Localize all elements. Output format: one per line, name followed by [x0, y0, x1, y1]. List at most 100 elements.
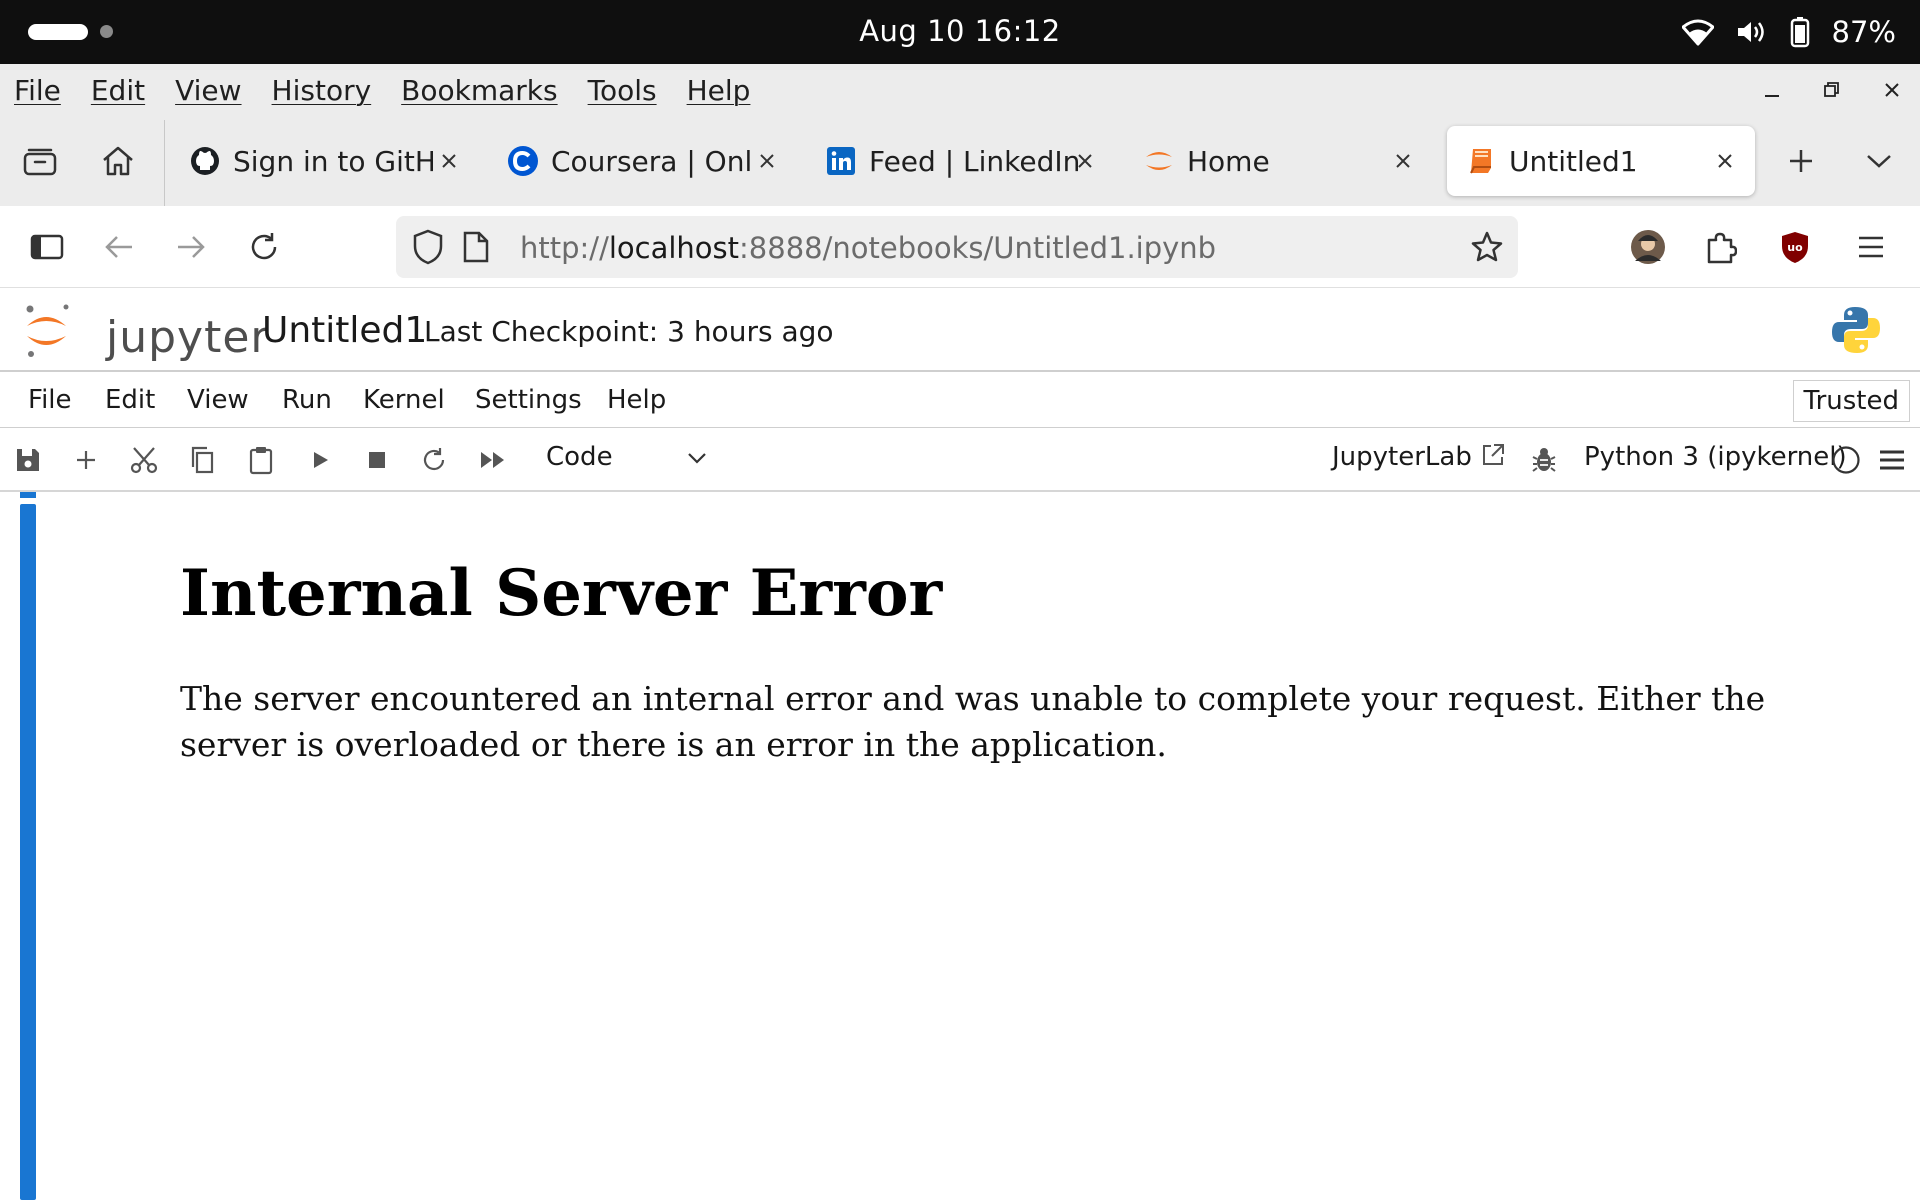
tab-home[interactable]: Home [1143, 126, 1419, 196]
close-tab-icon[interactable] [1709, 145, 1741, 177]
close-tab-icon[interactable] [751, 145, 783, 177]
account-avatar[interactable] [1627, 226, 1669, 268]
run-icon[interactable] [302, 442, 338, 478]
toolbar-overflow-menu-icon[interactable] [1874, 442, 1910, 478]
url-text[interactable]: http://localhost:8888/notebooks/Untitled… [520, 231, 1216, 265]
coursera-icon [507, 145, 539, 177]
notebook-content: Internal Server Error The server encount… [0, 492, 1920, 1200]
tabstrip-divider [164, 120, 165, 206]
tab-linkedin[interactable]: Feed | LinkedIn [825, 126, 1101, 196]
close-tab-icon[interactable] [433, 145, 465, 177]
restore-icon[interactable] [1822, 80, 1842, 100]
save-icon[interactable] [10, 442, 46, 478]
tab-untitled1[interactable]: Untitled1 [1447, 126, 1755, 196]
forward-arrow-icon[interactable] [170, 226, 212, 268]
insert-cell-icon[interactable] [68, 442, 104, 478]
notebook-title[interactable]: Untitled1 [262, 310, 427, 351]
browser-menubar: File Edit View History Bookmarks Tools H… [0, 64, 1920, 116]
extensions-puzzle-icon[interactable] [1700, 226, 1742, 268]
window-controls [1762, 64, 1902, 116]
kernel-name[interactable]: Python 3 (ipykernel) [1584, 442, 1847, 472]
firefox-view-icon[interactable] [19, 140, 61, 182]
jupyter-logo-icon [26, 304, 69, 357]
external-link-icon [1483, 444, 1505, 465]
tab-label: Home [1187, 144, 1270, 178]
bookmark-star-icon[interactable] [1470, 230, 1504, 268]
menu-edit[interactable]: Edit [91, 74, 145, 107]
tracking-shield-icon[interactable] [410, 228, 446, 270]
open-jupyterlab-link[interactable]: JupyterLab [1332, 442, 1506, 472]
url-host: localhost [608, 231, 740, 265]
os-top-bar: Aug 10 16:12 87% [0, 0, 1920, 64]
url-path: :8888/notebooks/Untitled1.ipynb [739, 231, 1217, 265]
back-arrow-icon[interactable] [98, 226, 140, 268]
jupyter-icon [1143, 145, 1175, 177]
paste-icon[interactable] [243, 442, 279, 478]
os-status-area[interactable]: 87% [1681, 12, 1896, 52]
close-window-icon[interactable] [1882, 80, 1902, 100]
browser-navbar: http://localhost:8888/notebooks/Untitled… [0, 206, 1920, 288]
page-info-icon[interactable] [462, 230, 490, 268]
jupyter-menu-kernel[interactable]: Kernel [363, 385, 445, 415]
minimize-icon[interactable] [1762, 80, 1782, 100]
jupyter-menubar: File Edit View Run Kernel Settings Help … [0, 372, 1920, 428]
jupyter-menu-help[interactable]: Help [607, 385, 666, 415]
chevron-down-icon[interactable] [686, 450, 708, 469]
battery-icon [1790, 16, 1810, 48]
restart-run-all-icon[interactable] [475, 442, 511, 478]
jupyter-menu-file[interactable]: File [28, 385, 72, 415]
close-tab-icon[interactable] [1069, 145, 1101, 177]
menu-help[interactable]: Help [687, 74, 751, 107]
url-bar[interactable]: http://localhost:8888/notebooks/Untitled… [396, 216, 1518, 278]
battery-percent: 87% [1831, 15, 1896, 49]
notebook-icon [1465, 145, 1497, 177]
jupyter-menu-run[interactable]: Run [282, 385, 332, 415]
last-checkpoint: Last Checkpoint: 3 hours ago [424, 315, 834, 348]
jupyter-menu-view[interactable]: View [187, 385, 249, 415]
active-cell-indicator[interactable] [20, 504, 36, 1200]
tab-label: Untitled1 [1509, 144, 1638, 178]
jupyterlab-label: JupyterLab [1332, 442, 1472, 472]
hamburger-menu-icon[interactable] [1850, 226, 1892, 268]
url-scheme: http:// [520, 231, 609, 265]
sidebar-toggle-icon[interactable] [26, 226, 68, 268]
reload-icon[interactable] [243, 226, 285, 268]
menu-tools[interactable]: Tools [588, 74, 657, 107]
menu-view[interactable]: View [175, 74, 241, 107]
restart-kernel-icon[interactable] [416, 442, 452, 478]
jupyter-wordmark: jupyter [106, 312, 270, 363]
jupyter-menu-edit[interactable]: Edit [105, 385, 155, 415]
close-tab-icon[interactable] [1387, 145, 1419, 177]
error-message: The server encountered an internal error… [180, 679, 1766, 764]
tab-github[interactable]: Sign in to GitHub [189, 126, 465, 196]
jupyter-menu-settings[interactable]: Settings [475, 385, 582, 415]
menu-history[interactable]: History [272, 74, 372, 107]
volume-icon [1736, 18, 1768, 46]
cut-icon[interactable] [126, 442, 162, 478]
wifi-icon [1681, 18, 1714, 46]
notebook-toolbar: Code JupyterLab Python 3 (ipykernel) [0, 428, 1920, 492]
prev-cell-indicator [20, 492, 36, 498]
copy-icon[interactable] [184, 442, 220, 478]
menu-file[interactable]: File [14, 74, 61, 107]
jupyter-logo[interactable]: jupyter [22, 302, 269, 363]
stop-icon[interactable] [359, 442, 395, 478]
new-tab-icon[interactable] [1780, 140, 1822, 182]
tab-coursera[interactable]: Coursera | Online [507, 126, 783, 196]
tab-strip: Sign in to GitHub Coursera | Online Feed… [0, 116, 1920, 206]
linkedin-icon [825, 145, 857, 177]
debugger-bug-icon[interactable] [1526, 442, 1562, 478]
svg-text:uo: uo [1787, 241, 1803, 254]
os-clock[interactable]: Aug 10 16:12 [0, 14, 1920, 48]
tab-label: Feed | LinkedIn [869, 144, 1079, 178]
error-heading: Internal Server Error [180, 556, 943, 631]
ublock-origin-icon[interactable]: uo [1774, 226, 1816, 268]
github-icon [189, 145, 221, 177]
cell-type-select[interactable]: Code [546, 442, 613, 472]
jupyter-header: jupyter Untitled1 Last Checkpoint: 3 hou… [0, 288, 1920, 372]
home-icon[interactable] [97, 140, 139, 182]
trusted-indicator[interactable]: Trusted [1792, 380, 1910, 422]
list-tabs-chevron-icon[interactable] [1858, 140, 1900, 182]
menu-bookmarks[interactable]: Bookmarks [401, 74, 557, 107]
kernel-status-circle-icon [1828, 442, 1864, 478]
